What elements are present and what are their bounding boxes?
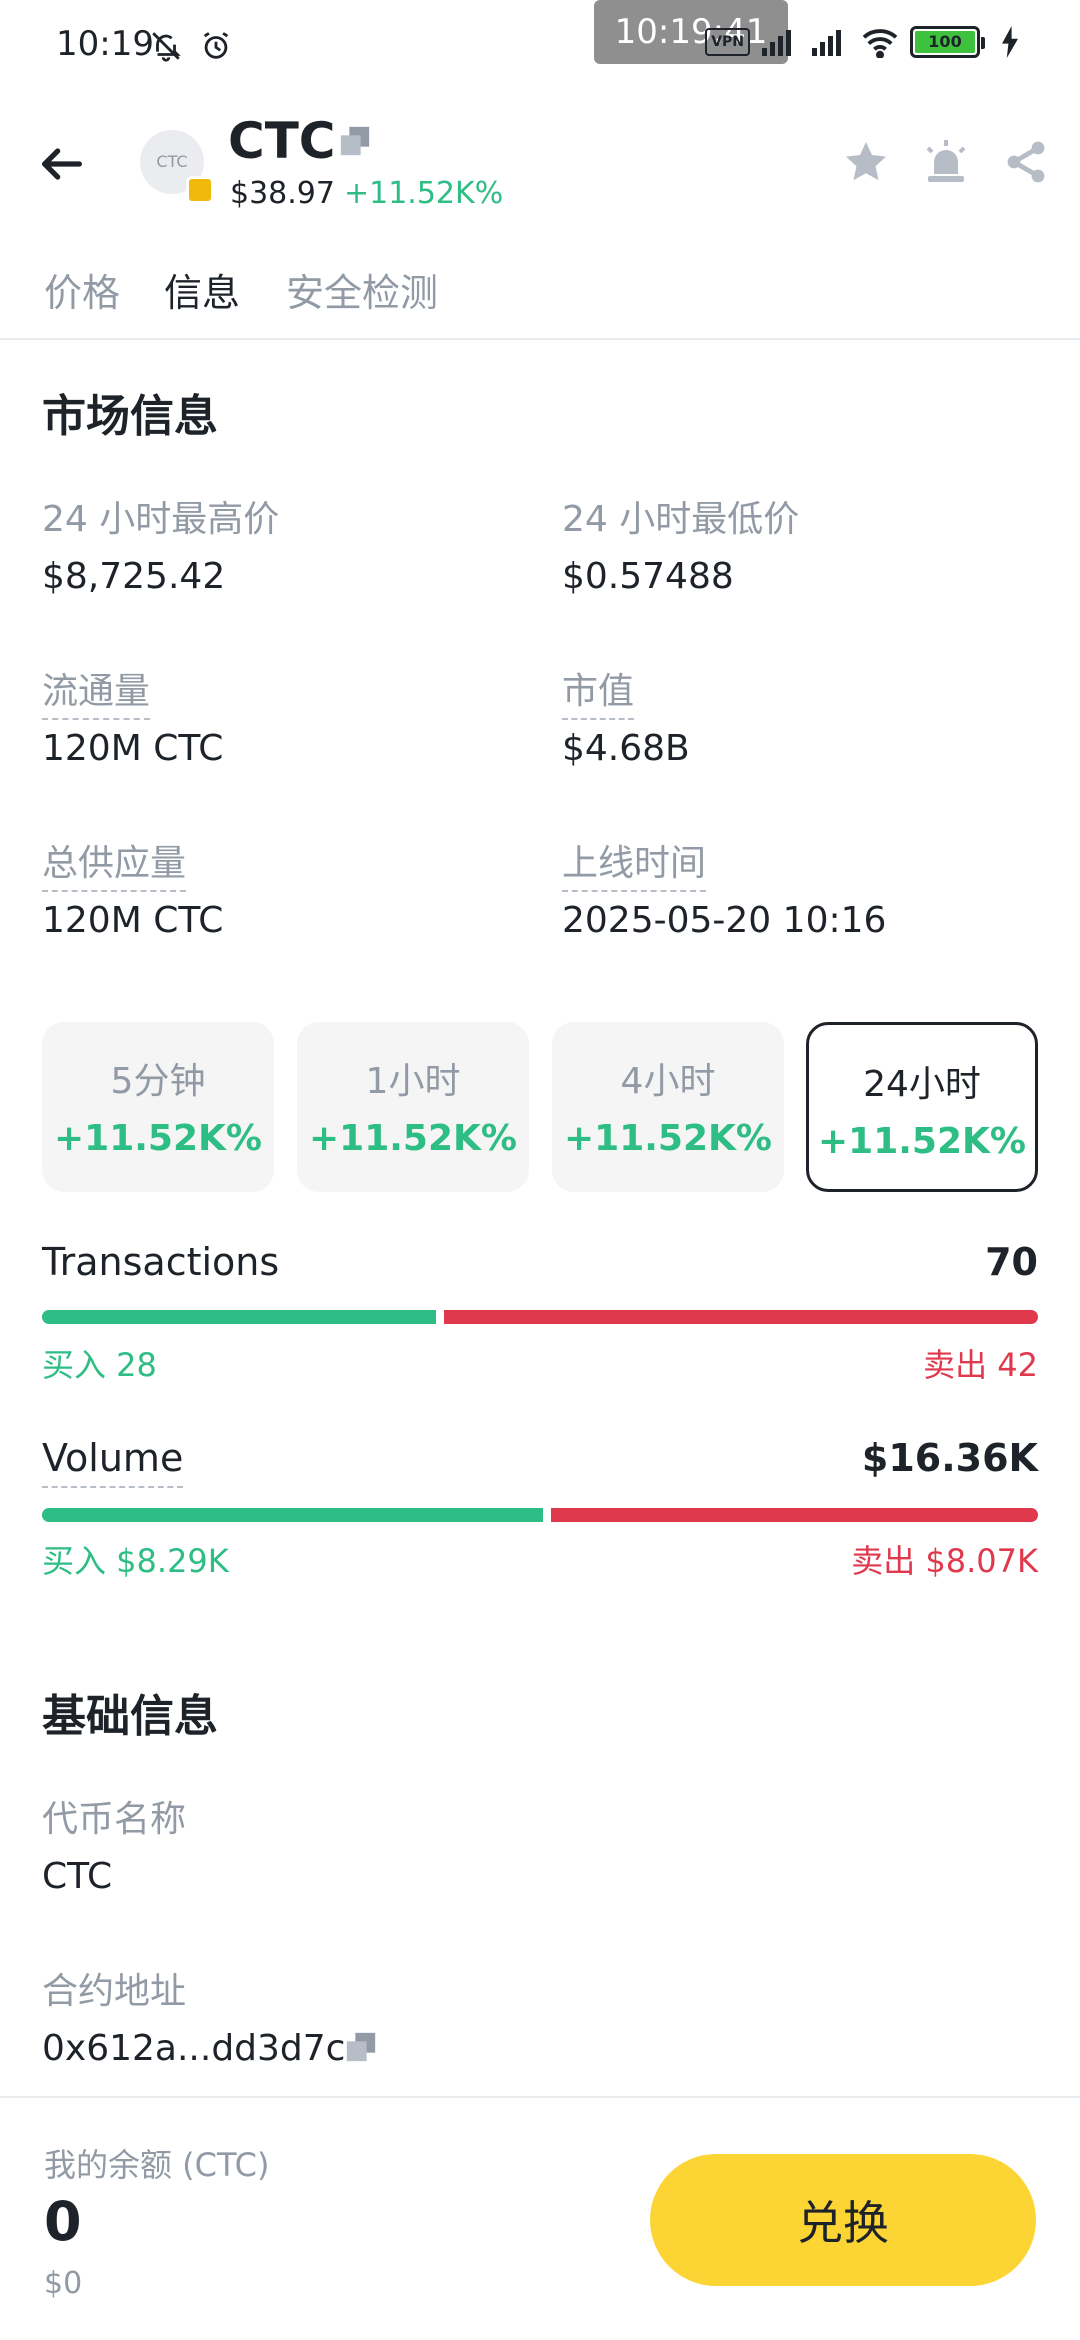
copy-icon[interactable] (338, 124, 372, 158)
period-label: 1小时 (365, 1061, 461, 1102)
transactions-title: Transactions (42, 1240, 280, 1284)
signal-hd-icon (810, 22, 850, 62)
tab-security-check[interactable]: 安全检测 (286, 262, 438, 317)
total-supply-value: 120M CTC (42, 900, 224, 941)
bottom-bar: 我的余额 (CTC) 0 $0 兑换 (0, 2096, 1080, 2340)
copy-address-icon[interactable] (344, 2030, 378, 2068)
share-icon[interactable] (1002, 138, 1050, 186)
period-change: +11.52K% (563, 1118, 772, 1159)
vpn-icon: VPN (705, 28, 750, 56)
market-cap-value: $4.68B (562, 728, 690, 769)
transactions-buy-count: 买入 28 (42, 1346, 157, 1384)
transactions-buy-bar (42, 1310, 436, 1324)
status-time: 10:19 (56, 24, 154, 64)
status-left-icons (146, 26, 236, 66)
volume-title[interactable]: Volume (42, 1436, 184, 1488)
listing-time-label[interactable]: 上线时间 (562, 834, 707, 892)
token-name-label: 代币名称 (42, 1799, 187, 1840)
status-right-icons: VPN 100 (705, 22, 1030, 62)
low-24h-label: 24 小时最低价 (562, 499, 800, 540)
balance-usd: $0 (44, 2266, 83, 2301)
token-price: $38.97 (230, 176, 335, 211)
battery-level: 100 (915, 31, 975, 53)
period-change: +11.52K% (308, 1118, 517, 1159)
period-change: +11.52K% (53, 1118, 262, 1159)
period-label: 5分钟 (110, 1061, 206, 1102)
circulating-supply-value: 120M CTC (42, 728, 224, 769)
star-icon[interactable] (842, 138, 890, 186)
bell-muted-icon (146, 26, 186, 66)
period-card-4h[interactable]: 4小时 +11.52K% (552, 1022, 784, 1192)
charging-icon (990, 22, 1030, 62)
alarm-icon (196, 26, 236, 66)
swap-button[interactable]: 兑换 (650, 2154, 1036, 2286)
contract-address-value[interactable]: 0x612a...dd3d7c (42, 2028, 345, 2069)
balance-amount: 0 (44, 2190, 82, 2253)
listing-time-value: 2025-05-20 10:16 (562, 900, 887, 941)
high-24h-value: $8,725.42 (42, 556, 226, 597)
market-info-title: 市场信息 (42, 391, 218, 442)
contract-address-label: 合约地址 (42, 1971, 187, 2012)
period-card-1h[interactable]: 1小时 +11.52K% (297, 1022, 529, 1192)
period-card-24h[interactable]: 24小时 +11.52K% (806, 1022, 1038, 1192)
period-label: 4小时 (620, 1061, 716, 1102)
period-change: +11.52K% (817, 1121, 1026, 1162)
token-symbol: CTC (228, 112, 336, 170)
volume-total: $16.36K (861, 1436, 1038, 1480)
transactions-sell-count: 卖出 42 (923, 1346, 1038, 1384)
signal-icon (760, 22, 800, 62)
high-24h-label: 24 小时最高价 (42, 499, 280, 540)
total-supply-label[interactable]: 总供应量 (42, 834, 187, 892)
balance-label: 我的余额 (CTC) (44, 2146, 270, 2184)
tab-bar: 价格 信息 安全检测 (0, 256, 1080, 340)
circulating-supply-label[interactable]: 流通量 (42, 662, 151, 720)
transactions-bar (42, 1310, 1038, 1324)
tab-info[interactable]: 信息 (164, 262, 240, 317)
tab-price[interactable]: 价格 (44, 262, 120, 317)
battery-icon: 100 (910, 26, 985, 58)
alert-icon[interactable] (922, 138, 970, 186)
period-card-5m[interactable]: 5分钟 +11.52K% (42, 1022, 274, 1192)
volume-sell-amount: 卖出 $8.07K (851, 1542, 1038, 1580)
volume-buy-bar (42, 1508, 543, 1522)
token-header: CTC CTC $38.97 +11.52K% (0, 110, 1080, 220)
transactions-total: 70 (985, 1240, 1038, 1284)
low-24h-value: $0.57488 (562, 556, 734, 597)
transactions-sell-bar (444, 1310, 1038, 1324)
volume-sell-bar (551, 1508, 1038, 1522)
wifi-icon (860, 22, 900, 62)
token-change: +11.52K% (344, 176, 504, 211)
market-cap-label[interactable]: 市值 (562, 662, 635, 720)
header-actions (842, 138, 1050, 186)
period-label: 24小时 (863, 1064, 981, 1105)
volume-buy-amount: 买入 $8.29K (42, 1542, 229, 1580)
token-name-value: CTC (42, 1856, 113, 1897)
basic-info-title: 基础信息 (42, 1691, 218, 1742)
status-bar: 10:19 10:19:41 VPN 100 (0, 0, 1080, 96)
bnb-chain-icon (186, 176, 214, 204)
back-arrow-icon[interactable] (36, 138, 88, 190)
volume-bar (42, 1508, 1038, 1522)
